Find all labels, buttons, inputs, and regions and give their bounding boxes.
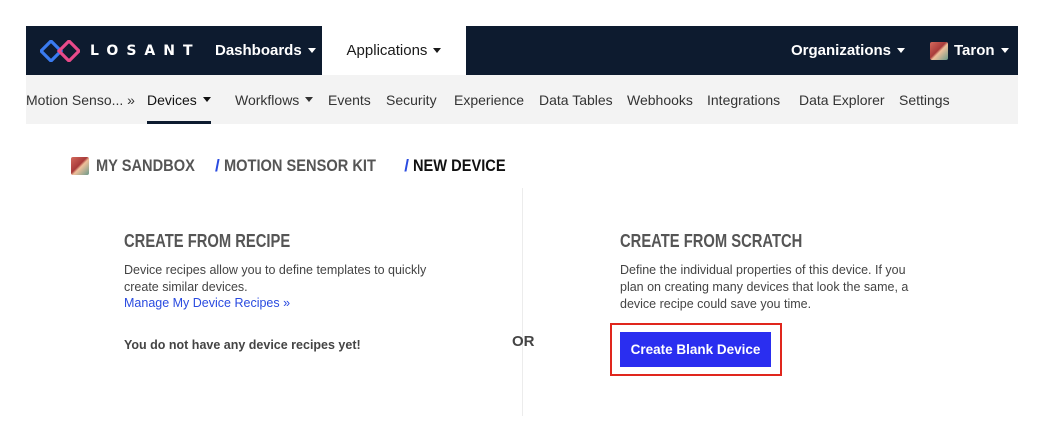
chevron-down-icon bbox=[1000, 48, 1009, 53]
subnav-app-name-label: Motion Senso... » bbox=[26, 91, 135, 108]
top-navbar: LOSANT Dashboards Applications Organizat… bbox=[26, 26, 1018, 75]
application-subnav: Motion Senso... » Devices Workflows Even… bbox=[26, 75, 1018, 124]
scratch-description: Define the individual properties of this… bbox=[620, 263, 909, 311]
scratch-section-title: CREATE FROM SCRATCH bbox=[620, 231, 803, 251]
subnav-app-name[interactable]: Motion Senso... » bbox=[26, 75, 135, 124]
avatar bbox=[930, 41, 948, 60]
subnav-experience-label: Experience bbox=[454, 91, 525, 108]
column-divider bbox=[522, 188, 523, 416]
subnav-devices[interactable]: Devices bbox=[147, 75, 211, 124]
chevron-down-icon bbox=[305, 97, 314, 102]
losant-diamond-icon bbox=[40, 40, 80, 62]
subnav-data-tables-label: Data Tables bbox=[539, 91, 613, 108]
subnav-workflows[interactable]: Workflows bbox=[235, 75, 314, 124]
subnav-integrations[interactable]: Integrations bbox=[707, 75, 780, 124]
logo-text: LOSANT bbox=[90, 43, 201, 59]
subnav-data-explorer[interactable]: Data Explorer bbox=[799, 75, 885, 124]
losant-logo[interactable]: LOSANT bbox=[40, 39, 201, 63]
nav-dashboards[interactable]: Dashboards bbox=[215, 26, 316, 75]
nav-user-menu[interactable]: Taron bbox=[930, 26, 1009, 75]
subnav-data-tables[interactable]: Data Tables bbox=[539, 75, 613, 124]
subnav-webhooks[interactable]: Webhooks bbox=[627, 75, 693, 124]
subnav-experience[interactable]: Experience bbox=[454, 75, 524, 124]
nav-organizations-label: Organizations bbox=[791, 42, 892, 59]
nav-dashboards-label: Dashboards bbox=[215, 42, 302, 59]
recipe-section-title: CREATE FROM RECIPE bbox=[124, 231, 291, 251]
chevron-down-icon bbox=[433, 48, 442, 53]
subnav-settings-label: Settings bbox=[899, 91, 950, 108]
breadcrumb-current: NEW DEVICE bbox=[413, 156, 506, 175]
chevron-down-icon bbox=[202, 97, 211, 102]
no-recipes-message: You do not have any device recipes yet! bbox=[124, 338, 361, 352]
subnav-integrations-label: Integrations bbox=[707, 91, 781, 108]
chevron-down-icon bbox=[307, 48, 316, 53]
chevron-down-icon bbox=[897, 48, 906, 53]
recipe-description: Device recipes allow you to define templ… bbox=[124, 263, 427, 294]
or-label: OR bbox=[512, 333, 535, 350]
subnav-security[interactable]: Security bbox=[386, 75, 437, 124]
nav-user-label: Taron bbox=[954, 42, 995, 59]
breadcrumb-separator: / bbox=[214, 156, 220, 175]
subnav-data-explorer-label: Data Explorer bbox=[799, 91, 885, 108]
manage-recipes-link[interactable]: Manage My Device Recipes » bbox=[124, 296, 290, 310]
avatar bbox=[71, 157, 89, 175]
breadcrumb-separator: / bbox=[404, 156, 410, 175]
create-blank-device-button[interactable]: Create Blank Device bbox=[620, 332, 771, 367]
subnav-webhooks-label: Webhooks bbox=[627, 91, 693, 108]
nav-organizations[interactable]: Organizations bbox=[791, 26, 906, 75]
breadcrumb-sandbox[interactable]: MY SANDBOX bbox=[96, 156, 195, 176]
subnav-events-label: Events bbox=[328, 91, 371, 108]
subnav-workflows-label: Workflows bbox=[235, 91, 300, 108]
nav-applications[interactable]: Applications bbox=[322, 26, 466, 75]
breadcrumb-application[interactable]: MOTION SENSOR KIT bbox=[224, 156, 376, 176]
nav-applications-label: Applications bbox=[346, 42, 428, 59]
subnav-events[interactable]: Events bbox=[328, 75, 371, 124]
subnav-devices-label: Devices bbox=[147, 91, 197, 108]
subnav-security-label: Security bbox=[386, 91, 437, 108]
subnav-settings[interactable]: Settings bbox=[899, 75, 950, 124]
breadcrumb: MY SANDBOX / MOTION SENSOR KIT / NEW DEV… bbox=[71, 156, 521, 176]
